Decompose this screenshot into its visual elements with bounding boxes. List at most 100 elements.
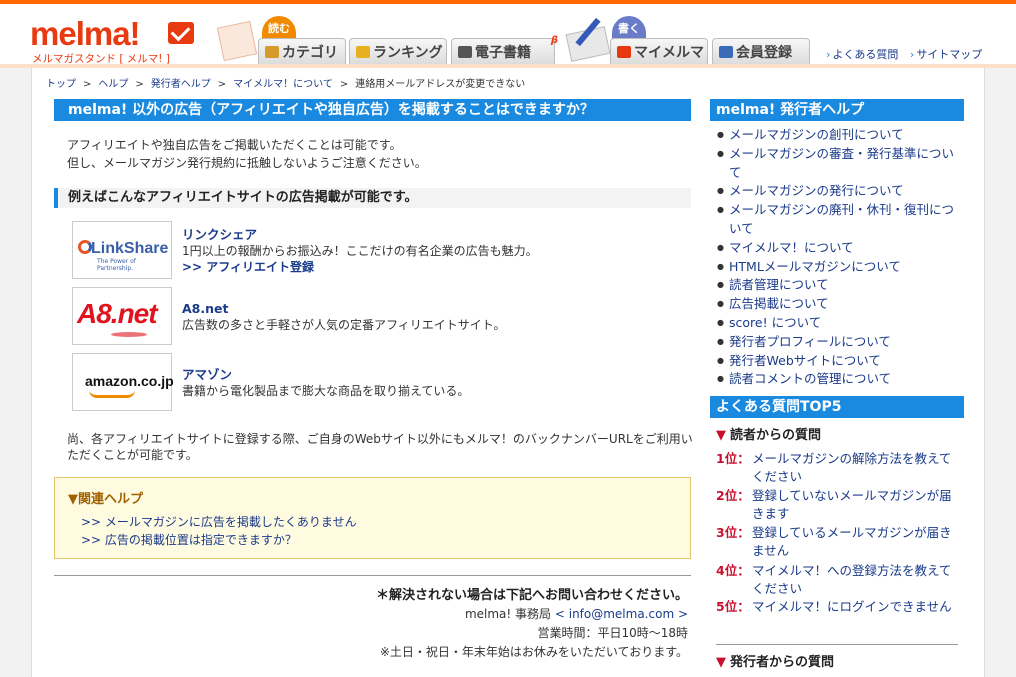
tab-ranking[interactable]: ランキング bbox=[349, 38, 447, 64]
affiliate-body: アマゾン 書籍から電化製品まで膨大な商品を取り揃えている。 bbox=[182, 367, 469, 399]
breadcrumb-mymelma[interactable]: マイメルマ！について bbox=[233, 79, 333, 90]
sidebar-item: 発行者Webサイトについて bbox=[717, 352, 962, 371]
logo-text: A8.net bbox=[77, 298, 158, 329]
sidebar-link[interactable]: 広告掲載について bbox=[729, 296, 829, 311]
sidebar-item: HTMLメールマガジンについて bbox=[717, 258, 962, 277]
sidebar-link[interactable]: 発行者Webサイトについて bbox=[729, 353, 881, 368]
page-title: melma! 以外の広告（アフィリエイトや独自広告）を掲載することはできますか？ bbox=[54, 99, 691, 121]
breadcrumb-help[interactable]: ヘルプ bbox=[98, 79, 128, 90]
intro-line: 但し、メールマガジン発行規約に抵触しないようご注意ください。 bbox=[67, 156, 427, 170]
reader-questions-label: 読者からの質問 bbox=[730, 428, 822, 443]
tab-category[interactable]: カテゴリ bbox=[258, 38, 346, 64]
triangle-down-icon: ▼ bbox=[716, 655, 726, 670]
sidebar-link[interactable]: 発行者プロフィールについて bbox=[729, 334, 891, 349]
tab-mymelma[interactable]: マイメルマ bbox=[610, 38, 708, 64]
breadcrumb-separator: > bbox=[217, 79, 227, 90]
sidebar-divider bbox=[716, 644, 958, 645]
faq-link[interactable]: よくある質問 bbox=[832, 48, 898, 61]
logo-wordmark: melma! bbox=[30, 15, 141, 52]
arrow-icon: › bbox=[909, 48, 915, 61]
sidebar-item: 発行者プロフィールについて bbox=[717, 333, 962, 352]
sitemap-link[interactable]: サイトマップ bbox=[916, 48, 982, 61]
sidebar-help-list: メールマガジンの創刊について メールマガジンの審査・発行基準について メールマガ… bbox=[717, 126, 962, 389]
tab-label: 会員登録 bbox=[736, 44, 792, 61]
breadcrumb-top[interactable]: トップ bbox=[46, 79, 76, 90]
contact-info: ＊解決されない場合は下記へお問い合わせください。 melma! 事務局 < in… bbox=[376, 586, 688, 662]
sidebar-link[interactable]: マイメルマ！について bbox=[729, 240, 854, 255]
affiliate-register-link[interactable]: >> アフィリエイト登録 bbox=[182, 260, 314, 274]
linkshare-logo[interactable]: LinkShare The Power of Partnership. bbox=[72, 221, 172, 279]
affiliate-item-a8: A8.net A8.net 広告数の多さと手軽さが人気の定番アフィリエイトサイト… bbox=[72, 287, 652, 345]
edit-icon bbox=[719, 45, 733, 58]
beta-badge: β bbox=[550, 35, 558, 46]
tab-ebooks[interactable]: 電子書籍 β bbox=[451, 35, 558, 64]
breadcrumb: トップ > ヘルプ > 発行者ヘルプ > マイメルマ！について > 連絡用メールアドレスが変更で… bbox=[46, 75, 525, 90]
utility-links: › よくある質問 › サイトマップ bbox=[826, 46, 990, 62]
logo-text: amazon.co.jp bbox=[85, 373, 174, 389]
sidebar-link[interactable]: 読者コメントの管理について bbox=[729, 371, 891, 386]
breadcrumb-separator: > bbox=[83, 79, 92, 90]
related-help-link[interactable]: >> メールマガジンに広告を掲載したくありません bbox=[81, 513, 357, 531]
sidebar-link[interactable]: 読者管理について bbox=[729, 277, 829, 292]
related-help-link[interactable]: >> 広告の掲載位置は指定できますか？ bbox=[81, 531, 357, 549]
publisher-questions-label: 発行者からの質問 bbox=[730, 655, 835, 670]
breadcrumb-current: 連絡用メールアドレスが変更できない bbox=[355, 79, 526, 90]
faq-link[interactable]: マイメルマ！にログインできません bbox=[752, 599, 952, 614]
faq-link[interactable]: マイメルマ！への登録方法を教えてください bbox=[752, 563, 951, 596]
intro-text: アフィリエイトや独自広告をご掲載いただくことは可能です。 但し、メールマガジン発… bbox=[67, 136, 427, 172]
sidebar-item: メールマガジンの発行について bbox=[717, 182, 962, 201]
logo-text: LinkShare bbox=[91, 240, 169, 257]
sidebar-item: マイメルマ！について bbox=[717, 239, 962, 258]
sidebar-link[interactable]: メールマガジンの廃刊・休刊・復刊について bbox=[729, 202, 954, 236]
page-container: トップ > ヘルプ > 発行者ヘルプ > マイメルマ！について > 連絡用メールアドレスが変更で… bbox=[31, 68, 985, 677]
sidebar-item: メールマガジンの廃刊・休刊・復刊について bbox=[717, 201, 962, 239]
sidebar-link[interactable]: メールマガジンの発行について bbox=[729, 183, 904, 198]
related-help-list: >> メールマガジンに広告を掲載したくありません >> 広告の掲載位置は指定でき… bbox=[81, 513, 357, 549]
faq-link[interactable]: 登録していないメールマガジンが届きます bbox=[752, 488, 952, 521]
tab-label: ランキング bbox=[373, 44, 443, 61]
note-text: 尚、各アフィリエイトサイトに登録する際、ご自身のWebサイト以外にもメルマ！のバ… bbox=[67, 432, 693, 462]
divider bbox=[54, 575, 691, 576]
envelope-icon bbox=[617, 45, 631, 58]
sidebar-item: 広告掲載について bbox=[717, 295, 962, 314]
mail-icon bbox=[168, 22, 194, 44]
contact-email-link[interactable]: < info@melma.com > bbox=[555, 607, 688, 621]
reader-questions-heading: ▼ 読者からの質問 bbox=[716, 424, 821, 443]
newspaper-icon bbox=[216, 20, 258, 62]
site-logo[interactable]: melma! メルマガスタンド [ メルマ! ] bbox=[30, 15, 200, 65]
section-heading: 例えばこんなアフィリエイトサイトの広告掲載が可能です。 bbox=[54, 188, 691, 208]
rank-number: 1位： bbox=[716, 451, 750, 466]
sidebar-item: メールマガジンの審査・発行基準について bbox=[717, 145, 962, 183]
sidebar-link[interactable]: メールマガジンの審査・発行基準について bbox=[729, 146, 954, 180]
business-hours: 営業時間：平日10時〜18時 bbox=[537, 626, 688, 640]
affiliate-description: 書籍から電化製品まで膨大な商品を取り揃えている。 bbox=[182, 384, 470, 398]
tab-label: カテゴリ bbox=[282, 44, 338, 61]
sidebar-link[interactable]: score! について bbox=[729, 315, 821, 330]
logo-tagline: The Power of Partnership. bbox=[97, 258, 136, 272]
contact-heading: ＊解決されない場合は下記へお問い合わせください。 bbox=[375, 588, 688, 603]
faq-link[interactable]: メールマガジンの解除方法を教えてください bbox=[752, 451, 951, 484]
faq-link[interactable]: 登録しているメールマガジンが届きません bbox=[752, 525, 952, 558]
breadcrumb-publisher-help[interactable]: 発行者ヘルプ bbox=[151, 79, 211, 90]
sidebar-link[interactable]: メールマガジンの創刊について bbox=[729, 127, 904, 142]
affiliate-body: A8.net 広告数の多さと手軽さが人気の定番アフィリエイトサイト。 bbox=[182, 301, 506, 333]
sidebar-item: score! について bbox=[717, 314, 962, 333]
amazon-logo[interactable]: amazon.co.jp bbox=[72, 353, 174, 411]
breadcrumb-separator: > bbox=[135, 79, 144, 90]
holiday-note: ※土日・祝日・年末年始はお休みをいただいております。 bbox=[379, 645, 688, 659]
sidebar-link[interactable]: HTMLメールマガジンについて bbox=[729, 259, 901, 274]
crown-icon bbox=[356, 45, 370, 58]
affiliate-name-link[interactable]: A8.net bbox=[182, 301, 228, 316]
sidebar-faq-title: よくある質問TOP5 bbox=[710, 396, 964, 418]
office-name: melma! 事務局 bbox=[464, 607, 552, 621]
affiliate-name-link[interactable]: リンクシェア bbox=[182, 227, 257, 242]
tab-label: 電子書籍 bbox=[475, 44, 531, 61]
breadcrumb-separator: > bbox=[339, 79, 349, 90]
sidebar-item: 読者コメントの管理について bbox=[717, 370, 962, 389]
affiliate-description: 1円以上の報酬からお振込み！ここだけの有名企業の広告も魅力。 bbox=[182, 244, 538, 258]
book-icon bbox=[458, 45, 472, 58]
tab-member-registration[interactable]: 会員登録 bbox=[712, 38, 810, 64]
a8-logo[interactable]: A8.net bbox=[72, 287, 172, 345]
affiliate-name-link[interactable]: アマゾン bbox=[182, 367, 232, 382]
swirl-icon bbox=[78, 240, 92, 254]
